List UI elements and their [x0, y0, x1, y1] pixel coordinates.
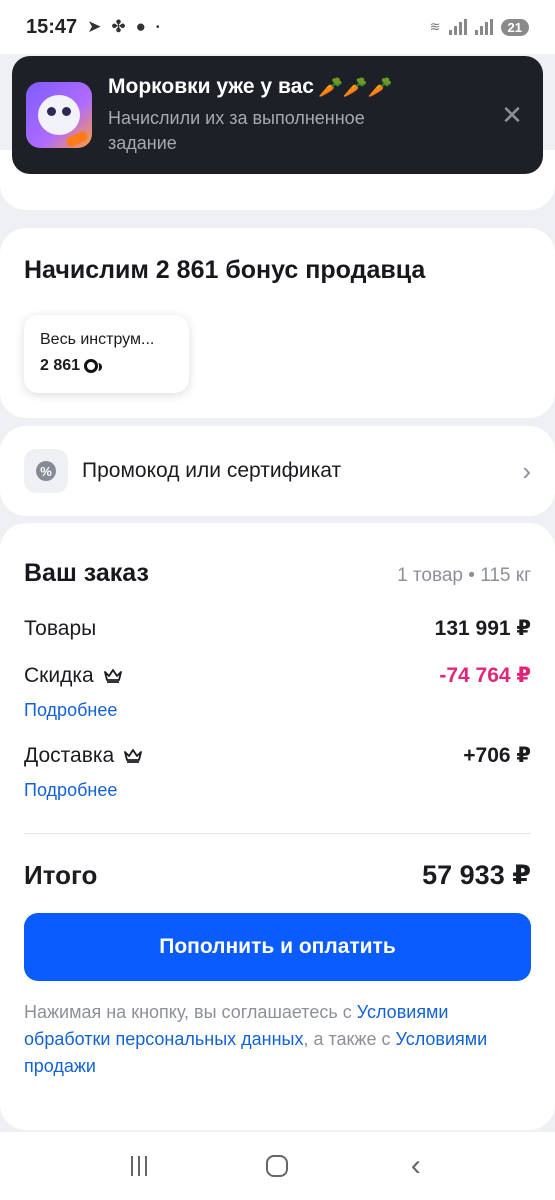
- toast-text: Морковки уже у вас 🥕🥕🥕 Начислили их за в…: [108, 75, 495, 156]
- crown-icon: [103, 668, 122, 683]
- bonus-chip-amount: 2 861: [40, 357, 81, 374]
- recents-icon: [131, 1156, 148, 1176]
- promo-label: Промокод или сертификат: [82, 459, 342, 482]
- dot-icon: •: [155, 21, 160, 33]
- order-header: Ваш заказ 1 товар • 115 кг: [24, 559, 531, 588]
- total-amount: 57 933 ₽: [422, 860, 531, 890]
- discount-label-group: Скидка: [24, 664, 122, 688]
- order-meta: 1 товар • 115 кг: [397, 565, 531, 586]
- status-time: 15:47: [26, 15, 78, 38]
- back-icon: ‹: [410, 1149, 421, 1182]
- legal-prefix: Нажимая на кнопку, вы соглашаетесь с: [24, 1002, 357, 1022]
- pay-button[interactable]: Пополнить и оплатить: [24, 913, 531, 981]
- bonus-chip[interactable]: Весь инструм... 2 861: [24, 315, 189, 393]
- wifi-icon: ≋: [429, 19, 441, 34]
- order-card: Ваш заказ 1 товар • 115 кг Товары 131 99…: [0, 523, 555, 1130]
- delivery-label-group: Доставка: [24, 743, 143, 768]
- home-icon: [266, 1155, 289, 1177]
- fan-icon: ✤: [111, 17, 126, 36]
- carrots-icon: 🥕🥕🥕: [317, 76, 393, 99]
- delivery-amount: +706 ₽: [463, 744, 531, 767]
- recents-button[interactable]: [119, 1146, 159, 1186]
- promo-row[interactable]: % Промокод или сертификат ›: [0, 426, 555, 516]
- order-title: Ваш заказ: [24, 559, 149, 587]
- delivery-label: Доставка: [24, 743, 115, 767]
- bonus-chip-value: 2 861: [40, 357, 173, 375]
- promo-icon: %: [24, 449, 68, 493]
- total-label: Итого: [24, 860, 98, 890]
- bonus-title: Начислим 2 861 бонус продавца: [24, 256, 426, 284]
- home-button[interactable]: [257, 1146, 297, 1186]
- signal-icon-2: [474, 19, 493, 35]
- goods-label: Товары: [24, 616, 97, 640]
- delivery-details-link[interactable]: Подробнее: [24, 780, 117, 801]
- discount-label: Скидка: [24, 663, 94, 687]
- rabbit-icon: [38, 95, 80, 135]
- legal-text: Нажимая на кнопку, вы соглашаетесь с Усл…: [24, 999, 531, 1080]
- toast-title: Морковки уже у вас 🥕🥕🥕: [108, 75, 495, 100]
- status-left: 15:47 ➤ ✤ ● •: [26, 16, 159, 39]
- toast-subtitle: Начислили их за выполненное задание: [108, 107, 365, 153]
- close-icon[interactable]: ✕: [495, 98, 529, 132]
- goods-amount: 131 991 ₽: [434, 617, 531, 640]
- battery-icon: 21: [500, 18, 529, 36]
- system-nav-bar: ‹: [0, 1132, 555, 1200]
- status-right: ≋ 21: [429, 18, 529, 36]
- rabbit-avatar: [26, 82, 92, 148]
- goods-row: Товары 131 991 ₽: [24, 616, 531, 641]
- percent-icon: %: [36, 461, 56, 481]
- legal-mid: , а также с: [303, 1029, 396, 1049]
- discount-details-link[interactable]: Подробнее: [24, 700, 117, 721]
- chat-icon: ●: [135, 17, 146, 36]
- telegram-icon: ➤: [87, 17, 102, 36]
- crown-icon: [124, 748, 143, 763]
- back-button[interactable]: ‹: [396, 1146, 436, 1186]
- status-bar: 15:47 ➤ ✤ ● • ≋ 21: [0, 0, 555, 54]
- delivery-row: Доставка +706 ₽: [24, 743, 531, 768]
- discount-amount: -74 764 ₽: [439, 664, 531, 687]
- bonus-card: Начислим 2 861 бонус продавца Весь инстр…: [0, 228, 555, 418]
- divider: [24, 833, 531, 834]
- bonus-icon: [84, 359, 103, 373]
- signal-icon: [448, 19, 467, 35]
- discount-row: Скидка -74 764 ₽: [24, 663, 531, 688]
- toast-title-text: Морковки уже у вас: [108, 75, 314, 98]
- total-row: Итого 57 933 ₽: [24, 860, 531, 891]
- bonus-chip-label: Весь инструм...: [40, 331, 155, 348]
- carrots-toast: Морковки уже у вас 🥕🥕🥕 Начислили их за в…: [12, 56, 543, 174]
- chevron-right-icon: ›: [522, 455, 531, 486]
